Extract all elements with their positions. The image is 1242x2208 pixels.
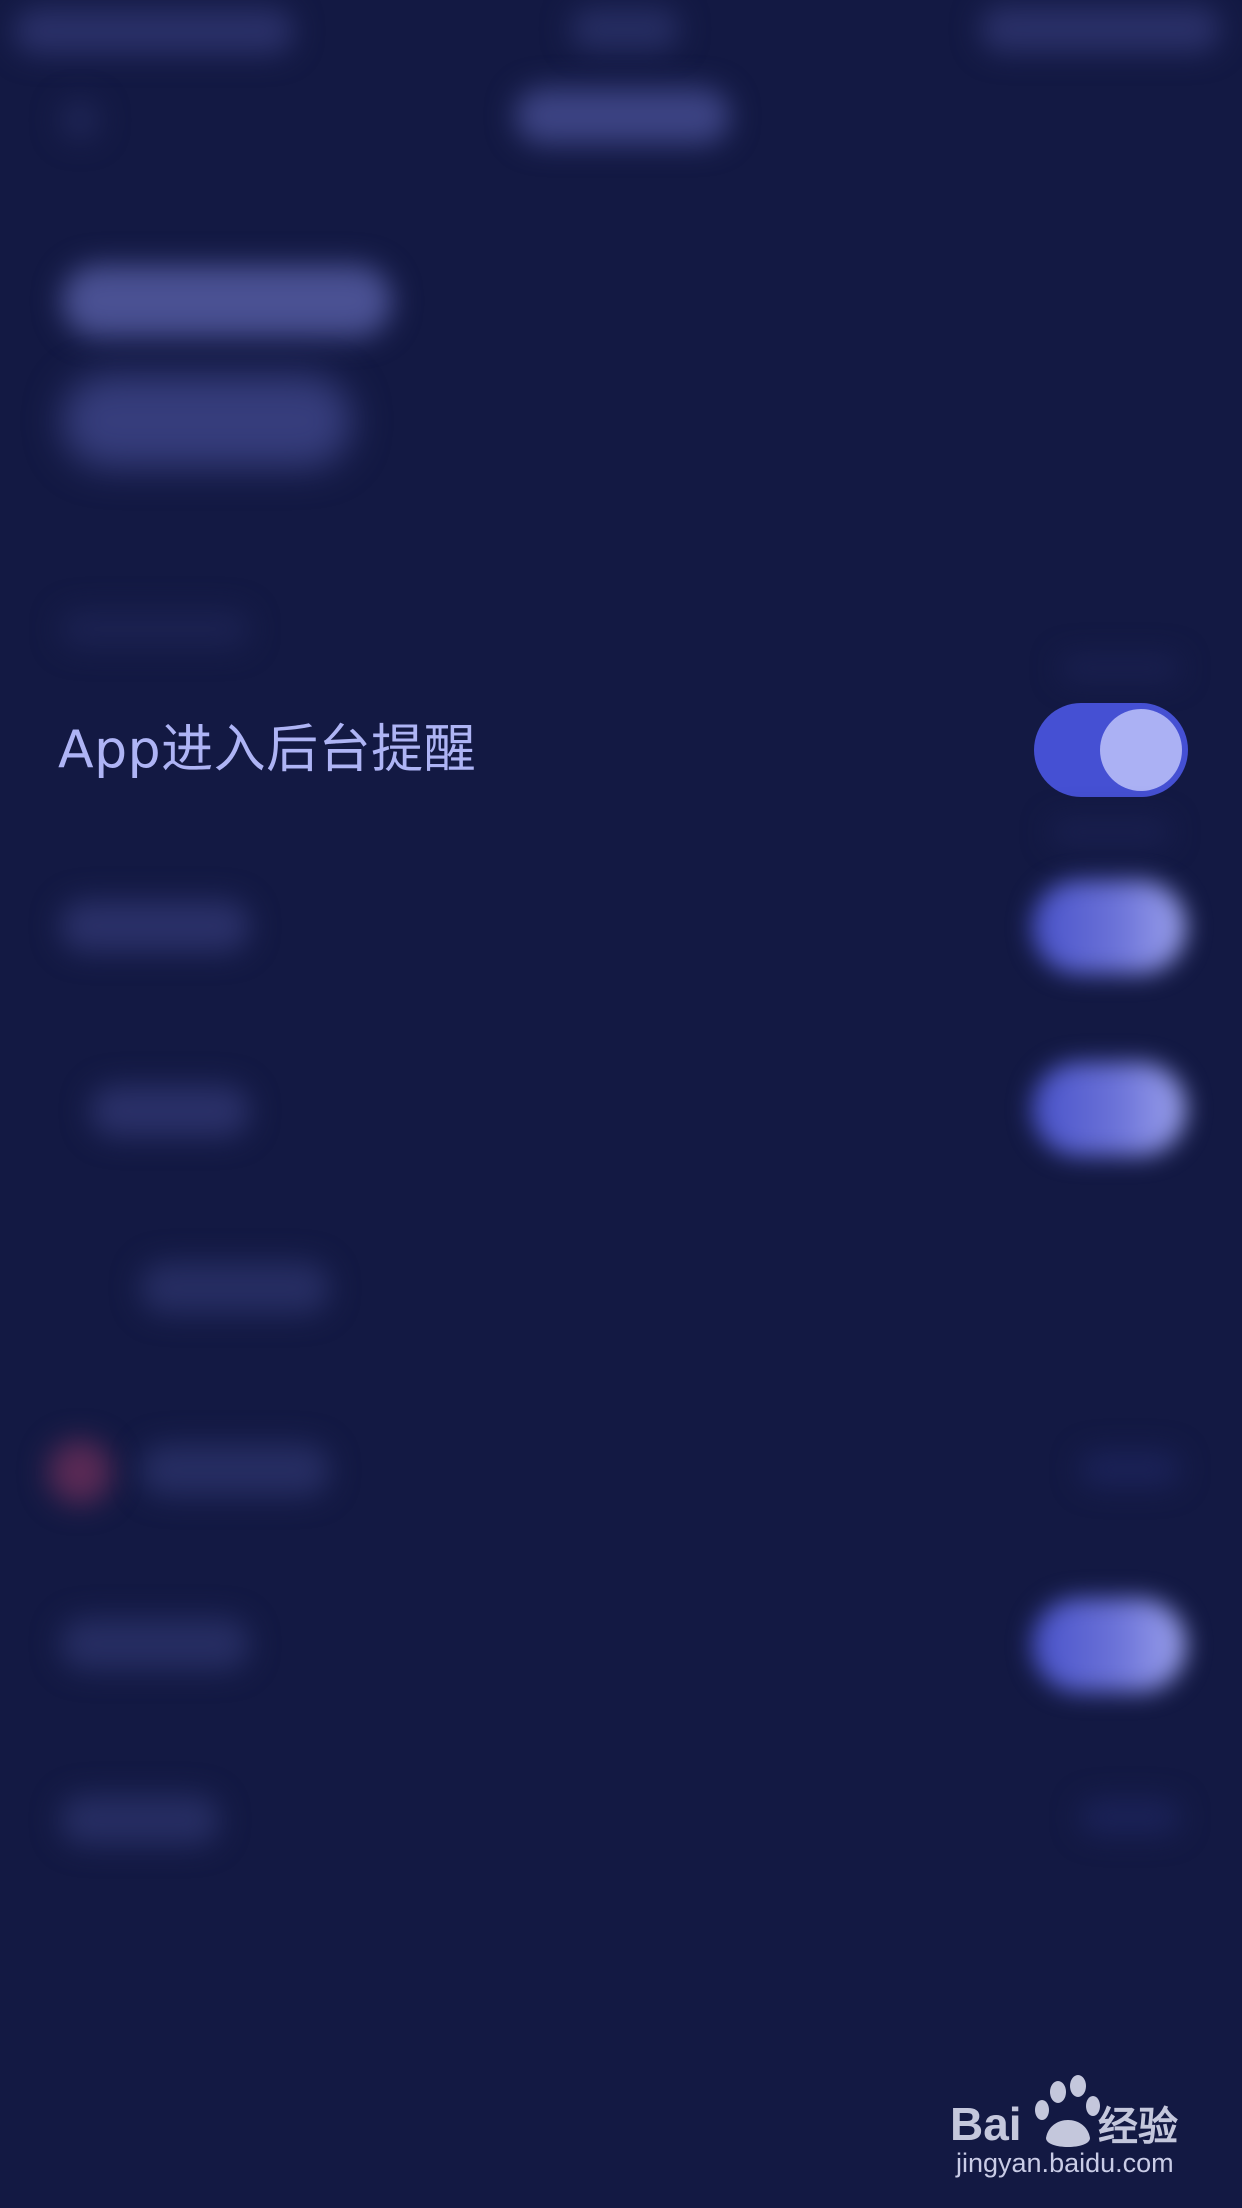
setting-row-blur-label xyxy=(60,1795,220,1845)
setting-row-blur-label xyxy=(60,900,250,952)
svg-text:Bai: Bai xyxy=(950,2098,1022,2150)
toggle-knob xyxy=(1100,709,1182,791)
row-divider-blur xyxy=(1060,656,1180,680)
setting-label: App进入后台提醒 xyxy=(58,720,477,780)
setting-row-blur-label xyxy=(60,1618,250,1670)
watermark-url: jingyan.baidu.com xyxy=(956,2148,1174,2178)
red-badge-icon xyxy=(48,1440,112,1504)
setting-row-blur-label xyxy=(140,1444,330,1496)
header-line-2-blur xyxy=(62,375,352,467)
back-button-blur[interactable] xyxy=(60,100,100,140)
setting-row-blur-value xyxy=(1080,1800,1180,1834)
status-bar-center-blur xyxy=(570,8,680,50)
setting-row-blur-toggle[interactable] xyxy=(1032,880,1186,974)
status-bar-right-blur xyxy=(980,6,1220,52)
toggle-switch[interactable] xyxy=(1034,703,1188,797)
setting-row-blur-toggle[interactable] xyxy=(1032,1062,1186,1156)
status-bar-left-blur xyxy=(14,8,294,54)
setting-row-blur-label xyxy=(90,1085,250,1137)
setting-row-blur-toggle[interactable] xyxy=(1032,1598,1186,1692)
nav-title-blur xyxy=(515,88,730,144)
svg-text:经验: 经验 xyxy=(1098,2104,1178,2150)
section-title-blur xyxy=(60,610,250,648)
row-divider-blur xyxy=(1050,820,1170,844)
header-line-1-blur xyxy=(62,265,392,337)
setting-row-blur-value xyxy=(1080,1452,1180,1486)
setting-row-blur-label xyxy=(140,1262,330,1314)
